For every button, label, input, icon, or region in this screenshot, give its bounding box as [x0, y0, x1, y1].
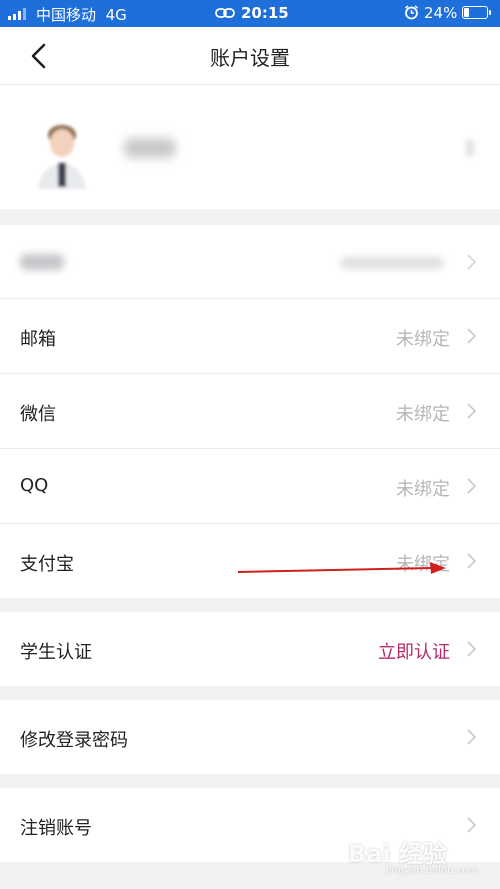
row-label: 邮箱: [20, 329, 56, 350]
carrier-label: 中国移动 4G: [36, 6, 127, 24]
phone-row[interactable]: [0, 225, 500, 299]
clock: 20:15: [241, 4, 289, 22]
profile-chevron-icon: [466, 140, 474, 156]
battery-fill: [464, 8, 469, 17]
alipay-row[interactable]: 支付宝 未绑定: [0, 524, 500, 598]
status-bar: 中国移动 4G 20:15 24%: [0, 0, 500, 27]
row-label: 微信: [20, 404, 56, 425]
row-value: 未绑定: [396, 479, 450, 500]
signal-icon: [8, 8, 26, 20]
row-value: 未绑定: [396, 404, 450, 425]
baidu-watermark: Bai 经验 jingyan.baidu.com: [348, 834, 498, 889]
profile-row[interactable]: [0, 85, 500, 209]
wechat-row[interactable]: 微信 未绑定: [0, 374, 500, 449]
chevron-right-icon: [467, 478, 477, 494]
row-label: 支付宝: [20, 554, 74, 575]
link-icon: [215, 8, 235, 18]
row-label: 修改登录密码: [20, 730, 128, 751]
avatar: [38, 125, 86, 189]
battery-percent: 24%: [424, 4, 458, 22]
row-value: 未绑定: [396, 329, 450, 350]
row-label: 注销账号: [20, 818, 92, 839]
phone-value-blurred: [340, 257, 444, 269]
page-title: 账户设置: [210, 46, 290, 70]
row-value: 未绑定: [396, 554, 450, 575]
watermark-url: jingyan.baidu.com: [386, 865, 479, 876]
chevron-right-icon: [467, 817, 477, 833]
email-row[interactable]: 邮箱 未绑定: [0, 299, 500, 374]
chevron-right-icon: [467, 403, 477, 419]
watermark-text: Bai 经验: [348, 840, 448, 868]
username-blurred: [124, 138, 176, 158]
row-label: QQ: [20, 475, 49, 496]
chevron-right-icon: [467, 729, 477, 745]
network-label: 4G: [105, 6, 127, 24]
verify-now-link[interactable]: 立即认证: [378, 638, 450, 664]
change-password-row[interactable]: 修改登录密码: [0, 700, 500, 774]
chevron-right-icon: [467, 641, 477, 657]
chevron-right-icon: [467, 553, 477, 569]
nav-bar: 账户设置: [0, 27, 500, 85]
row-label: 学生认证: [20, 642, 92, 663]
alarm-icon: [405, 5, 418, 20]
chevron-right-icon: [467, 254, 477, 270]
student-verify-row[interactable]: 学生认证 立即认证: [0, 612, 500, 686]
phone-label-blurred: [20, 254, 64, 270]
chevron-right-icon: [467, 328, 477, 344]
battery-icon: [462, 6, 491, 19]
qq-row[interactable]: QQ 未绑定: [0, 449, 500, 524]
